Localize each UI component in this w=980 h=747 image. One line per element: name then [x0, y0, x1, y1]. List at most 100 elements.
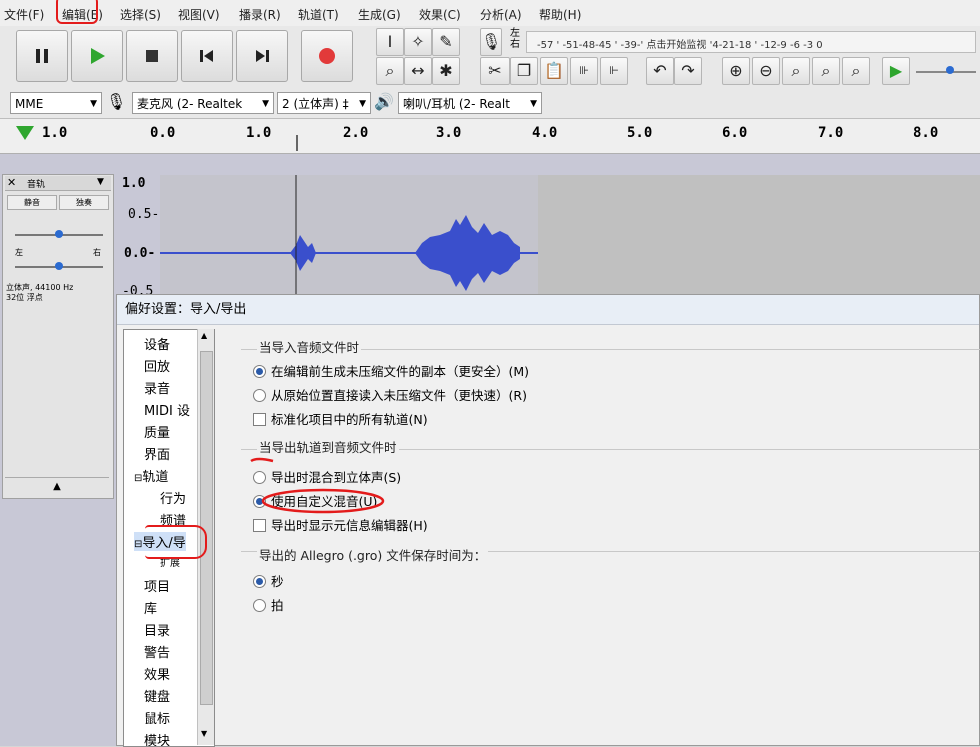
menu-record[interactable]: 播录(R)	[239, 6, 281, 23]
track-scale-top: 1.0	[122, 176, 146, 191]
recording-meter[interactable]: -57 ' -51-48-45 ' -39-' 点击开始监视 '4-21-18 …	[526, 31, 976, 53]
timeline-options-icon[interactable]	[16, 126, 34, 140]
stop-button[interactable]	[126, 30, 178, 82]
option-normalize-tracks[interactable]: 标准化项目中的所有轨道(N)	[253, 409, 428, 428]
close-track-icon[interactable]: ✕	[7, 176, 16, 189]
menu-generate[interactable]: 生成(G)	[358, 6, 401, 23]
track-name[interactable]: 音轨	[27, 177, 45, 190]
play-speed-thumb[interactable]	[946, 66, 954, 74]
option-show-metadata-editor[interactable]: 导出时显示元信息编辑器(H)	[253, 515, 428, 534]
zoom-in-icon[interactable]: ⊕	[722, 57, 750, 85]
play-at-speed-icon[interactable]: ▶	[882, 57, 910, 85]
radio-selected[interactable]	[253, 365, 266, 378]
copy-icon[interactable]: ❐	[510, 57, 538, 85]
mic-meter-icon[interactable]: 🎙	[480, 28, 502, 56]
recording-device-select[interactable]: 麦克风 (2- Realtek ▼	[132, 92, 274, 114]
collapse-track-button[interactable]: ▲	[5, 477, 109, 496]
play-button[interactable]	[71, 30, 123, 82]
menu-tracks[interactable]: 轨道(T)	[298, 6, 339, 23]
gain-slider-thumb[interactable]	[55, 230, 63, 238]
annotation-edit-menu	[56, 0, 98, 24]
checkbox[interactable]	[253, 413, 266, 426]
tree-item-recording[interactable]: 录音	[144, 378, 170, 397]
timeshift-tool-icon[interactable]: ↔	[404, 57, 432, 85]
silence-icon[interactable]: ⊩	[600, 57, 628, 85]
track-scale-upper: 0.5-	[128, 207, 160, 222]
option-seconds[interactable]: 秒	[253, 571, 284, 590]
tree-item-midi[interactable]: MIDI 设	[144, 400, 190, 419]
meter-right-label: 右	[510, 39, 520, 50]
ruler-label: 2.0	[343, 125, 369, 141]
tree-item-modules[interactable]: 模块	[144, 730, 170, 746]
radio-selected[interactable]	[253, 575, 266, 588]
draw-tool-icon[interactable]: ✎	[432, 28, 460, 56]
tree-item-devices[interactable]: 设备	[144, 334, 170, 353]
envelope-tool-icon[interactable]: ✧	[404, 28, 432, 56]
multi-tool-icon[interactable]: ✱	[432, 57, 460, 85]
playhead-marker[interactable]	[296, 135, 298, 151]
paste-icon[interactable]: 📋	[540, 57, 568, 85]
zoom-out-icon[interactable]: ⊖	[752, 57, 780, 85]
tree-item-playback[interactable]: 回放	[144, 356, 170, 375]
redo-icon[interactable]: ↷	[674, 57, 702, 85]
menu-file[interactable]: 文件(F)	[4, 6, 44, 23]
radio[interactable]	[253, 389, 266, 402]
selection-tool-icon[interactable]: I	[376, 28, 404, 56]
fit-project-icon[interactable]: ⌕	[812, 57, 840, 85]
waveform-clip[interactable]	[160, 175, 538, 295]
trim-icon[interactable]: ⊪	[570, 57, 598, 85]
option-copy-before-edit[interactable]: 在编辑前生成未压缩文件的副本（更安全）(M)	[253, 361, 529, 380]
dialog-title: 偏好设置：导入/导出	[117, 295, 979, 325]
fit-selection-icon[interactable]: ⌕	[782, 57, 810, 85]
zoom-toggle-icon[interactable]: ⌕	[842, 57, 870, 85]
tree-item-mouse[interactable]: 鼠标	[144, 708, 170, 727]
checkbox[interactable]	[253, 519, 266, 532]
record-icon	[319, 48, 335, 64]
menu-analyze[interactable]: 分析(A)	[480, 6, 522, 23]
option-beats[interactable]: 拍	[253, 595, 284, 614]
zoom-tool-icon[interactable]: ⌕	[376, 57, 404, 85]
skip-end-button[interactable]	[236, 30, 288, 82]
scroll-down-icon[interactable]: ▼	[201, 729, 207, 738]
tree-item-interface[interactable]: 界面	[144, 444, 170, 463]
menu-view[interactable]: 视图(V)	[178, 6, 220, 23]
skip-start-icon	[200, 50, 213, 62]
chevron-down-icon: ▼	[359, 99, 366, 109]
menu-help[interactable]: 帮助(H)	[539, 6, 581, 23]
meter-left-label: 左	[510, 28, 520, 39]
tree-item-libraries[interactable]: 库	[144, 598, 157, 617]
option-read-directly[interactable]: 从原始位置直接读入未压缩文件（更快速）(R)	[253, 385, 527, 404]
tree-item-warnings[interactable]: 警告	[144, 642, 170, 661]
empty-track-region[interactable]	[538, 175, 980, 295]
menu-select[interactable]: 选择(S)	[120, 6, 161, 23]
play-icon	[91, 48, 105, 64]
tree-item-directories[interactable]: 目录	[144, 620, 170, 639]
tree-item-effects[interactable]: 效果	[144, 664, 170, 683]
undo-icon[interactable]: ↶	[646, 57, 674, 85]
playback-device-select[interactable]: 喇叭/耳机 (2- Realt ▼	[398, 92, 542, 114]
annotation-import-export-tree	[145, 525, 207, 559]
ruler-label: 7.0	[818, 125, 844, 141]
tree-item-projects[interactable]: 项目	[144, 576, 170, 595]
radio[interactable]	[253, 599, 266, 612]
tree-item-behaviors[interactable]: 行为	[160, 488, 186, 507]
scroll-up-icon[interactable]: ▲	[201, 331, 207, 340]
ruler-label: 6.0	[722, 125, 748, 141]
timeline-ruler[interactable]: 1.0 0.0 1.0 2.0 3.0 4.0 5.0 6.0 7.0 8.0	[0, 119, 980, 154]
record-button[interactable]	[301, 30, 353, 82]
cut-icon[interactable]: ✂	[480, 57, 510, 85]
mute-button[interactable]: 静音	[7, 195, 57, 210]
skip-start-button[interactable]	[181, 30, 233, 82]
pan-slider-thumb[interactable]	[55, 262, 63, 270]
tree-item-quality[interactable]: 质量	[144, 422, 170, 441]
ruler-label: 8.0	[913, 125, 939, 141]
pause-button[interactable]	[16, 30, 68, 82]
track-menu-arrow-icon[interactable]: ▼	[97, 177, 104, 187]
tree-item-keyboard[interactable]: 键盘	[144, 686, 170, 705]
solo-button[interactable]: 独奏	[59, 195, 109, 210]
channels-select[interactable]: 2 (立体声) ‡ ▼	[277, 92, 371, 114]
tree-item-tracks[interactable]: ⊟轨道	[134, 466, 168, 485]
track-bit-depth-info: 32位 浮点	[6, 293, 43, 302]
menu-effect[interactable]: 效果(C)	[419, 6, 461, 23]
host-select[interactable]: MME ▼	[10, 92, 102, 114]
